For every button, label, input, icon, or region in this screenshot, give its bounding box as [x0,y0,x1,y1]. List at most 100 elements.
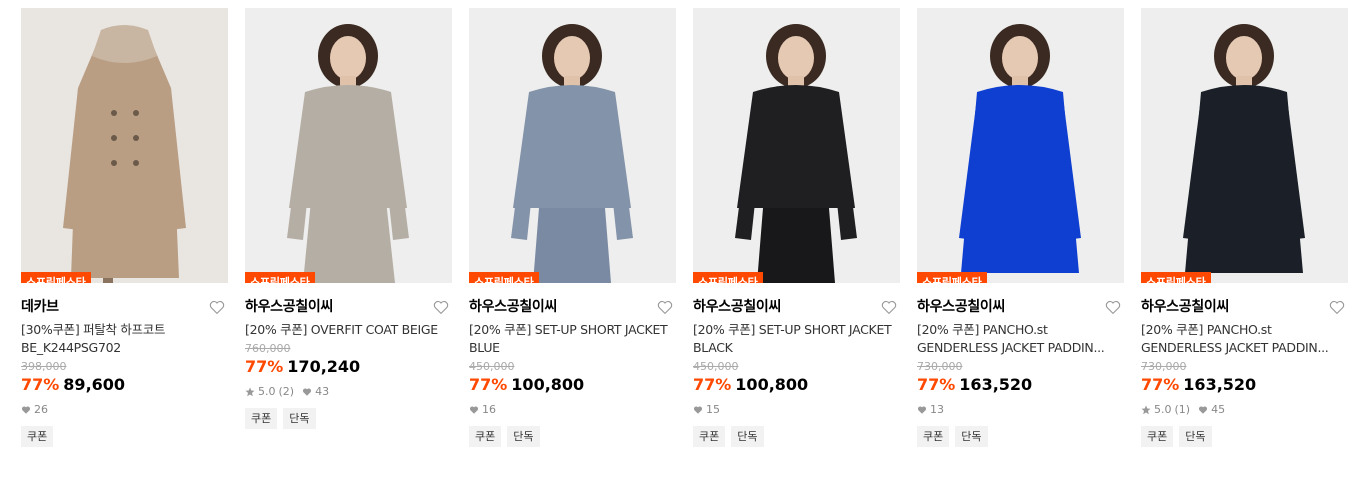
tag-chip: 단독 [955,426,988,447]
discount-rate: 77% [693,375,732,394]
review-count: (1) [1174,403,1191,416]
rating: 5.0 (2) [245,384,294,400]
brand-name[interactable]: 데카브 [21,297,228,317]
like-count: 43 [302,384,329,400]
sale-price: 100,800 [511,375,585,394]
product-grid: 스프링페스타데카브 [30%쿠폰] 퍼탈착 하프코트 BE_K244PSG702 3… [0,0,1359,485]
likes-value: 16 [482,403,496,416]
original-price: 398,000 [21,360,67,373]
review-count: (2) [278,385,295,398]
product-image[interactable]: 스프링페스타 [245,8,452,283]
brand-name[interactable]: 하우스공칠이씨 [245,297,452,317]
rating: 5.0 (1) [1141,402,1190,418]
like-count: 15 [693,402,720,418]
like-count: 13 [917,402,944,418]
product-image[interactable]: 스프링페스타 [693,8,900,283]
promo-badge: 스프링페스타 [21,272,91,283]
tag-chip: 단독 [283,408,316,429]
tag-chip: 쿠폰 [21,426,54,447]
product-card[interactable]: 스프링페스타데카브 [30%쿠폰] 퍼탈착 하프코트 BE_K244PSG702 3… [21,8,228,447]
original-price: 730,000 [917,360,963,373]
price-row: 77% 163,520 [1141,374,1348,396]
product-info: 하우스공칠이씨 [20% 쿠폰] OVERFIT COAT BEIGE 760,00… [245,283,452,429]
price-row: 77% 170,240 [245,356,452,378]
product-stats: 5.0 (1) 45 [1141,402,1348,418]
tag-chip: 단독 [731,426,764,447]
price-row: 77% 100,800 [469,374,676,396]
star-icon [245,387,255,397]
heart-icon[interactable] [1104,298,1122,316]
heart-icon[interactable] [432,298,450,316]
sale-price: 100,800 [735,375,809,394]
product-title[interactable]: [20% 쿠폰] PANCHO.st GENDERLESS JACKET PAD… [917,321,1123,357]
product-info: 하우스공칠이씨 [20% 쿠폰] PANCHO.st GENDERLESS JAC… [917,283,1124,447]
product-image[interactable]: 스프링페스타 [21,8,228,283]
small-heart-icon [917,405,927,415]
likes-value: 13 [930,403,944,416]
small-heart-icon [21,405,31,415]
promo-badge: 스프링페스타 [469,272,539,283]
product-card[interactable]: 스프링페스타하우스공칠이씨 [20% 쿠폰] PANCHO.st GENDERLE… [917,8,1124,447]
rating-value: 5.0 [1154,403,1172,416]
product-photo [693,8,900,283]
product-info: 하우스공칠이씨 [20% 쿠폰] SET-UP SHORT JACKET BLUE… [469,283,676,447]
like-count: 26 [21,402,48,418]
original-price: 450,000 [693,360,739,373]
product-stats: 13 [917,402,1124,418]
sale-price: 89,600 [63,375,126,394]
tag-list: 쿠폰 단독 [917,426,1124,447]
star-icon [1141,405,1151,415]
product-card[interactable]: 스프링페스타하우스공칠이씨 [20% 쿠폰] SET-UP SHORT JACKE… [469,8,676,447]
product-card[interactable]: 스프링페스타하우스공칠이씨 [20% 쿠폰] SET-UP SHORT JACKE… [693,8,900,447]
small-heart-icon [693,405,703,415]
heart-icon[interactable] [880,298,898,316]
small-heart-icon [302,387,312,397]
likes-value: 45 [1211,403,1226,416]
product-title[interactable]: [20% 쿠폰] PANCHO.st GENDERLESS JACKET PAD… [1141,321,1347,357]
tag-list: 쿠폰 단독 [1141,426,1348,447]
heart-icon[interactable] [1328,298,1346,316]
product-info: 하우스공칠이씨 [20% 쿠폰] PANCHO.st GENDERLESS JAC… [1141,283,1348,447]
price-row: 77% 100,800 [693,374,900,396]
tag-chip: 쿠폰 [1141,426,1174,447]
product-stats: 16 [469,402,676,418]
product-image[interactable]: 스프링페스타 [469,8,676,283]
promo-badge: 스프링페스타 [245,272,315,283]
price-row: 77% 89,600 [21,374,228,396]
brand-name[interactable]: 하우스공칠이씨 [1141,297,1348,317]
product-image[interactable]: 스프링페스타 [1141,8,1348,283]
likes-value: 43 [315,385,330,398]
product-title[interactable]: [20% 쿠폰] SET-UP SHORT JACKET BLACK [693,321,899,357]
likes-value: 26 [34,403,48,416]
tag-list: 쿠폰 [21,426,228,447]
discount-rate: 77% [21,375,60,394]
product-title[interactable]: [30%쿠폰] 퍼탈착 하프코트 BE_K244PSG702 [21,321,227,357]
brand-name[interactable]: 하우스공칠이씨 [469,297,676,317]
product-title[interactable]: [20% 쿠폰] OVERFIT COAT BEIGE [245,321,451,339]
brand-name[interactable]: 하우스공칠이씨 [917,297,1124,317]
heart-icon[interactable] [656,298,674,316]
sale-price: 163,520 [1183,375,1257,394]
tag-list: 쿠폰 단독 [245,408,452,429]
discount-rate: 77% [469,375,508,394]
tag-chip: 단독 [1179,426,1212,447]
discount-rate: 77% [1141,375,1180,394]
original-price: 760,000 [245,342,291,355]
tag-list: 쿠폰 단독 [469,426,676,447]
brand-name[interactable]: 하우스공칠이씨 [693,297,900,317]
promo-badge: 스프링페스타 [693,272,763,283]
price-row: 77% 163,520 [917,374,1124,396]
product-title[interactable]: [20% 쿠폰] SET-UP SHORT JACKET BLUE [469,321,675,357]
product-stats: 15 [693,402,900,418]
likes-value: 15 [706,403,720,416]
heart-icon[interactable] [208,298,226,316]
product-card[interactable]: 스프링페스타하우스공칠이씨 [20% 쿠폰] PANCHO.st GENDERLE… [1141,8,1348,447]
product-photo [917,8,1124,283]
product-card[interactable]: 스프링페스타하우스공칠이씨 [20% 쿠폰] OVERFIT COAT BEIGE… [245,8,452,429]
product-photo [1141,8,1348,283]
tag-chip: 쿠폰 [245,408,278,429]
product-image[interactable]: 스프링페스타 [917,8,1124,283]
sale-price: 170,240 [287,357,361,376]
tag-chip: 쿠폰 [469,426,502,447]
original-price: 730,000 [1141,360,1187,373]
